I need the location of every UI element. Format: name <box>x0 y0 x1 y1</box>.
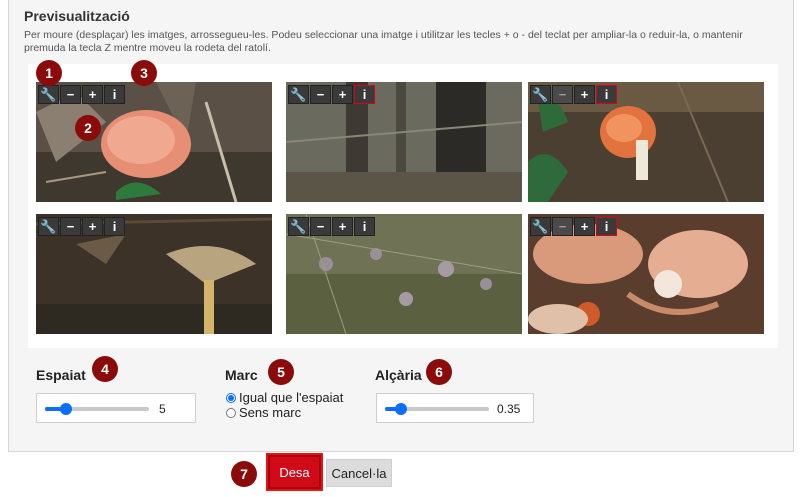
gallery-image-3[interactable]: 🔧 − + i <box>528 82 764 202</box>
height-label: Alçària <box>375 367 422 383</box>
spacing-slider-thumb[interactable] <box>60 403 72 415</box>
spacing-label: Espaiat <box>36 367 86 383</box>
info-button[interactable]: i <box>596 217 617 236</box>
image-toolbar: 🔧 − + i <box>38 217 125 236</box>
settings-icon[interactable]: 🔧 <box>288 85 309 104</box>
info-button[interactable]: i <box>596 85 617 104</box>
zoom-in-button[interactable]: + <box>332 217 353 236</box>
annotation-badge-2: 2 <box>75 115 101 141</box>
gallery-image-5[interactable]: 🔧 − + i <box>286 214 522 334</box>
info-button[interactable]: i <box>354 85 375 104</box>
image-toolbar: 🔧 − + i <box>288 85 375 104</box>
zoom-out-button[interactable]: − <box>310 217 331 236</box>
zoom-in-button[interactable]: + <box>82 85 103 104</box>
info-button[interactable]: i <box>104 217 125 236</box>
gallery-image-6[interactable]: 🔧 − + i <box>528 214 764 334</box>
spacing-slider-box: 5 <box>36 393 196 423</box>
settings-icon[interactable]: 🔧 <box>38 85 59 104</box>
radio-selected-icon[interactable] <box>226 392 236 403</box>
settings-icon[interactable]: 🔧 <box>530 217 551 236</box>
zoom-out-button[interactable]: − <box>310 85 331 104</box>
zoom-out-button[interactable]: − <box>60 85 81 104</box>
zoom-in-button[interactable]: + <box>574 85 595 104</box>
annotation-badge-4: 4 <box>92 356 118 382</box>
zoom-out-button[interactable]: − <box>552 217 573 236</box>
cancel-button[interactable]: Cancel·la <box>326 459 392 487</box>
settings-icon[interactable]: 🔧 <box>38 217 59 236</box>
spacing-value: 5 <box>159 402 166 416</box>
annotation-badge-1: 1 <box>36 60 62 86</box>
zoom-in-button[interactable]: + <box>574 217 595 236</box>
info-button[interactable]: i <box>354 217 375 236</box>
zoom-in-button[interactable]: + <box>82 217 103 236</box>
gallery-image-2[interactable]: 🔧 − + i <box>286 82 522 202</box>
image-toolbar: 🔧 − + i <box>38 85 125 104</box>
height-value: 0.35 <box>497 402 521 416</box>
frame-label: Marc <box>225 367 258 383</box>
save-button[interactable]: Desa <box>266 453 323 491</box>
help-text: Per moure (desplaçar) les imatges, arros… <box>24 29 743 54</box>
settings-icon[interactable]: 🔧 <box>530 85 551 104</box>
settings-icon[interactable]: 🔧 <box>288 217 309 236</box>
frame-option-label: Igual que l'espaiat <box>239 390 344 405</box>
frame-option-none[interactable]: Sens marc <box>226 405 301 420</box>
image-toolbar: 🔧 − + i <box>288 217 375 236</box>
annotation-badge-7: 7 <box>231 461 257 487</box>
gallery-image-1[interactable]: 🔧 − + i <box>36 82 272 202</box>
info-button[interactable]: i <box>104 85 125 104</box>
annotation-badge-5: 5 <box>268 359 294 385</box>
zoom-in-button[interactable]: + <box>332 85 353 104</box>
image-toolbar: 🔧 − + i <box>530 85 617 104</box>
frame-option-same[interactable]: Igual que l'espaiat <box>226 390 343 405</box>
gallery-image-4[interactable]: 🔧 − + i <box>36 214 272 334</box>
zoom-out-button[interactable]: − <box>60 217 81 236</box>
preview-title: Previsualització <box>24 8 130 24</box>
image-gallery: 🔧 − + i 🔧 − + i 🔧 − + i 🔧 − + i 🔧 − + i … <box>28 64 778 348</box>
image-toolbar: 🔧 − + i <box>530 217 617 236</box>
frame-option-label: Sens marc <box>239 405 302 420</box>
height-slider-thumb[interactable] <box>395 403 407 415</box>
annotation-badge-6: 6 <box>426 359 452 385</box>
zoom-out-button[interactable]: − <box>552 85 573 104</box>
annotation-badge-3: 3 <box>131 60 157 86</box>
radio-icon[interactable] <box>226 407 236 418</box>
height-slider-box: 0.35 <box>376 393 534 423</box>
